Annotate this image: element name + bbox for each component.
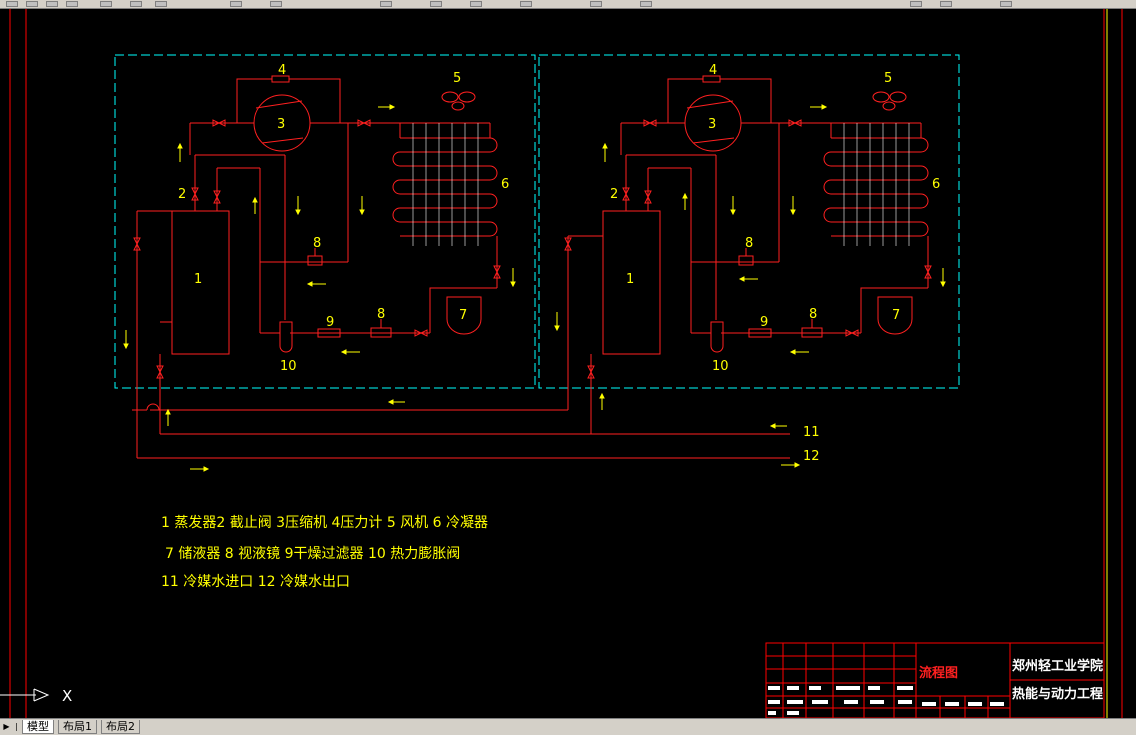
legend: 1 蒸发器2 截止阀 3压缩机 4压力计 5 风机 6 冷凝器 7 储液器 8 … bbox=[161, 515, 488, 590]
tab-nav-next[interactable]: | bbox=[12, 721, 21, 732]
label-condenser: 6 bbox=[501, 177, 509, 192]
major-name: 热能与动力工程 bbox=[1012, 686, 1103, 702]
expansion-valve bbox=[279, 321, 293, 353]
toolbar-button[interactable] bbox=[910, 1, 922, 7]
refrigeration-unit-left bbox=[133, 75, 501, 458]
drawing-frame bbox=[9, 9, 1123, 718]
label-sight-glass: 8 bbox=[377, 307, 385, 322]
compressor-blade bbox=[261, 137, 304, 144]
label-compressor: 3 bbox=[277, 117, 285, 132]
toolbar-button[interactable] bbox=[380, 1, 392, 7]
fan bbox=[872, 91, 907, 111]
label-expansion-valve: 10 bbox=[280, 359, 297, 374]
label-fan: 5 bbox=[884, 71, 892, 86]
toolbar-button[interactable] bbox=[130, 1, 142, 7]
drawing-title: 流程图 bbox=[919, 665, 958, 681]
legend-line: 1 蒸发器2 截止阀 3压缩机 4压力计 5 风机 6 冷凝器 bbox=[161, 515, 488, 531]
tab-nav-first[interactable]: ▶ bbox=[2, 721, 11, 732]
title-block-grid-text bbox=[768, 686, 1004, 715]
toolbar-button[interactable] bbox=[520, 1, 532, 7]
expansion-valve bbox=[710, 321, 724, 353]
label-expansion-valve: 10 bbox=[712, 359, 729, 374]
toolbar-button[interactable] bbox=[940, 1, 952, 7]
fan bbox=[441, 91, 476, 111]
tab-layout-2[interactable]: 布局2 bbox=[101, 720, 140, 734]
label-stop-valve: 2 bbox=[178, 187, 186, 202]
toolbar-button[interactable] bbox=[270, 1, 282, 7]
toolbar-button[interactable] bbox=[230, 1, 242, 7]
label-condenser: 6 bbox=[932, 177, 940, 192]
label-evaporator: 1 bbox=[626, 272, 634, 287]
label-filter-drier: 9 bbox=[760, 315, 768, 330]
ucs-icon bbox=[0, 688, 50, 702]
label-liquid-receiver: 7 bbox=[892, 308, 900, 323]
sight-glass bbox=[307, 255, 323, 266]
legend-line: 7 储液器 8 视液镜 9干燥过滤器 10 热力膨胀阀 bbox=[165, 545, 460, 562]
drawing-canvas[interactable]: 4 4 3 3 5 5 6 6 2 2 1 1 8 8 8 8 9 9 7 7 … bbox=[0, 9, 1136, 718]
label-sight-glass: 8 bbox=[313, 236, 321, 251]
toolbar-button[interactable] bbox=[155, 1, 167, 7]
toolbar-button[interactable] bbox=[100, 1, 112, 7]
layout-tab-bar: ▶ | 模型 布局1 布局2 bbox=[0, 718, 1136, 735]
toolbar-button[interactable] bbox=[470, 1, 482, 7]
toolbar-button[interactable] bbox=[1000, 1, 1012, 7]
label-fan: 5 bbox=[453, 71, 461, 86]
label-water-inlet: 11 bbox=[803, 425, 820, 440]
label-liquid-receiver: 7 bbox=[459, 308, 467, 323]
label-pressure-gauge: 4 bbox=[709, 63, 717, 78]
label-sight-glass: 8 bbox=[745, 236, 753, 251]
sight-glass bbox=[738, 255, 754, 266]
label-water-outlet: 12 bbox=[803, 449, 820, 464]
toolbar-button[interactable] bbox=[640, 1, 652, 7]
legend-line: 11 冷媒水进口 12 冷媒水出口 bbox=[161, 574, 350, 590]
condenser bbox=[392, 122, 498, 246]
label-pressure-gauge: 4 bbox=[278, 63, 286, 78]
toolbar-button[interactable] bbox=[430, 1, 442, 7]
label-compressor: 3 bbox=[708, 117, 716, 132]
toolbar-button[interactable] bbox=[26, 1, 38, 7]
tab-model[interactable]: 模型 bbox=[22, 720, 54, 734]
tab-layout-1[interactable]: 布局1 bbox=[58, 720, 97, 734]
label-evaporator: 1 bbox=[194, 272, 202, 287]
label-sight-glass: 8 bbox=[809, 307, 817, 322]
toolbar-button[interactable] bbox=[6, 1, 18, 7]
ucs-x-label: X bbox=[62, 687, 72, 705]
label-stop-valve: 2 bbox=[610, 187, 618, 202]
toolbar-button[interactable] bbox=[46, 1, 58, 7]
toolbar bbox=[0, 0, 1136, 9]
label-filter-drier: 9 bbox=[326, 315, 334, 330]
school-name: 郑州轻工业学院 bbox=[1012, 658, 1103, 674]
toolbar-button[interactable] bbox=[590, 1, 602, 7]
condenser bbox=[823, 122, 929, 246]
toolbar-button[interactable] bbox=[66, 1, 78, 7]
